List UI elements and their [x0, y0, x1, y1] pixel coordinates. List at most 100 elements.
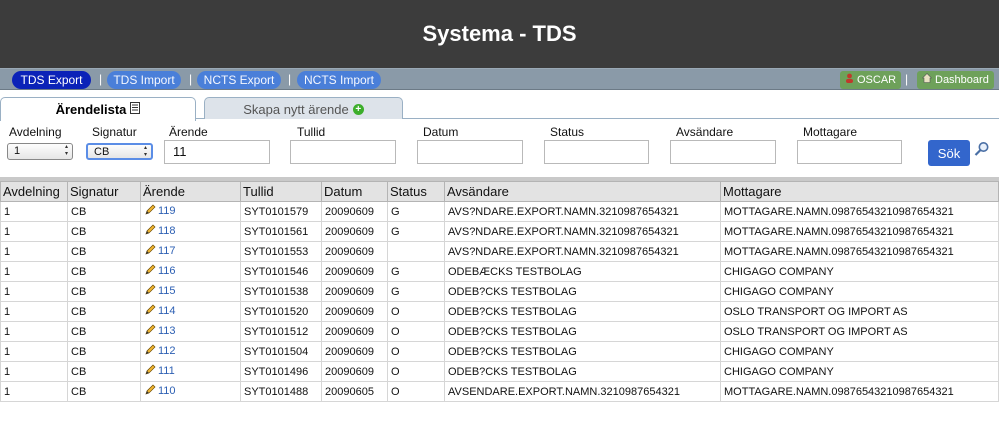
- table-cell: CB: [67, 201, 141, 222]
- edit-pencil-icon[interactable]: [144, 204, 158, 219]
- table-cell: SYT0101553: [240, 241, 322, 262]
- nav-tds-import[interactable]: TDS Import: [107, 71, 181, 89]
- table-cell: O: [387, 301, 445, 322]
- arende-input[interactable]: 11: [164, 140, 270, 164]
- edit-pencil-icon[interactable]: [144, 244, 158, 259]
- arende-cell[interactable]: 113: [140, 321, 241, 342]
- arende-link[interactable]: 112: [158, 345, 176, 357]
- table-row[interactable]: 1 CB 115 SYT0101538 20090609 G ODEB?CKS TESTBO…: [0, 281, 999, 302]
- edit-pencil-icon[interactable]: [144, 224, 158, 239]
- nav-separator: |: [288, 72, 292, 86]
- tab-skapa-nytt-arende[interactable]: Skapa nytt ärende +: [204, 97, 403, 120]
- status-input[interactable]: [544, 140, 649, 164]
- edit-pencil-icon[interactable]: [144, 344, 158, 359]
- arende-cell[interactable]: 119: [140, 201, 241, 222]
- table-cell: G: [387, 221, 445, 242]
- table-header-row: Avdelning Signatur Ärende Tullid Datum S…: [0, 181, 999, 202]
- arende-cell[interactable]: 116: [140, 261, 241, 282]
- edit-pencil-icon[interactable]: [144, 284, 158, 299]
- table-cell: SYT0101496: [240, 361, 322, 382]
- table-cell: SYT0101579: [240, 201, 322, 222]
- table-row[interactable]: 1 CB 112 SYT0101504 20090609 O ODEB?CKS TESTBO…: [0, 341, 999, 362]
- nav-ncts-export[interactable]: NCTS Export: [197, 71, 281, 89]
- arende-link[interactable]: 115: [158, 285, 176, 297]
- table-row[interactable]: 1 CB 119 SYT0101579 20090609 G AVS?NDARE.EXPOR…: [0, 201, 999, 222]
- table-row[interactable]: 1 CB 114 SYT0101520 20090609 O ODEB?CKS TESTBO…: [0, 301, 999, 322]
- arende-link[interactable]: 113: [158, 325, 176, 337]
- arende-link[interactable]: 114: [158, 305, 176, 317]
- mottagare-input[interactable]: [797, 140, 902, 164]
- table-cell: 20090609: [321, 361, 388, 382]
- dashboard-button[interactable]: Dashboard: [917, 71, 994, 89]
- arende-link[interactable]: 118: [158, 225, 176, 237]
- tullid-input[interactable]: [290, 140, 396, 164]
- arende-cell[interactable]: 114: [140, 301, 241, 322]
- column-header[interactable]: Status: [387, 181, 445, 202]
- arende-cell[interactable]: 110: [140, 381, 241, 402]
- status-label: Status: [550, 125, 585, 139]
- avsandare-input[interactable]: [670, 140, 776, 164]
- datum-label: Datum: [423, 125, 459, 139]
- magnifier-icon[interactable]: [974, 141, 990, 162]
- table-cell: AVS?NDARE.EXPORT.NAMN.3210987654321: [444, 221, 721, 242]
- edit-pencil-icon[interactable]: [144, 364, 158, 379]
- table-cell: AVSENDARE.EXPORT.NAMN.3210987654321: [444, 381, 721, 402]
- avsandare-label: Avsändare: [676, 125, 734, 139]
- signatur-select[interactable]: CB: [86, 143, 153, 160]
- table-cell: ODEB?CKS TESTBOLAG: [444, 361, 721, 382]
- table-cell: 1: [0, 281, 68, 302]
- arende-link[interactable]: 119: [158, 205, 176, 217]
- user-button[interactable]: OSCAR: [840, 71, 902, 89]
- table-cell: MOTTAGARE.NAMN.09876543210987654321: [720, 221, 999, 242]
- table-row[interactable]: 1 CB 111 SYT0101496 20090609 O ODEB?CKS TESTBO…: [0, 361, 999, 382]
- arende-link[interactable]: 117: [158, 245, 176, 257]
- table-row[interactable]: 1 CB 116 SYT0101546 20090609 G ODEBÆCKS TESTBO…: [0, 261, 999, 282]
- search-button[interactable]: Sök: [928, 140, 970, 166]
- table-cell: 1: [0, 381, 68, 402]
- column-header[interactable]: Avsändare: [444, 181, 721, 202]
- table-cell: 1: [0, 261, 68, 282]
- table-row[interactable]: 1 CB 118 SYT0101561 20090609 G AVS?NDARE.EXPOR…: [0, 221, 999, 242]
- edit-pencil-icon[interactable]: [144, 384, 158, 399]
- table-cell: SYT0101512: [240, 321, 322, 342]
- column-header[interactable]: Mottagare: [720, 181, 999, 202]
- arende-link[interactable]: 110: [158, 385, 176, 397]
- column-header[interactable]: Avdelning: [0, 181, 68, 202]
- edit-pencil-icon[interactable]: [144, 324, 158, 339]
- table-cell: SYT0101488: [240, 381, 322, 402]
- tab-arendelista[interactable]: Ärendelista: [0, 97, 196, 121]
- table-cell: MOTTAGARE.NAMN.09876543210987654321: [720, 201, 999, 222]
- column-header[interactable]: Ärende: [140, 181, 241, 202]
- column-header[interactable]: Signatur: [67, 181, 141, 202]
- edit-pencil-icon[interactable]: [144, 304, 158, 319]
- top-nav: TDS Export | TDS Import | NCTS Export | …: [0, 68, 999, 90]
- arende-cell[interactable]: 112: [140, 341, 241, 362]
- arende-link[interactable]: 116: [158, 265, 176, 277]
- table-cell: ODEB?CKS TESTBOLAG: [444, 301, 721, 322]
- arende-cell[interactable]: 115: [140, 281, 241, 302]
- table-cell: ODEB?CKS TESTBOLAG: [444, 341, 721, 362]
- nav-ncts-import[interactable]: NCTS Import: [297, 71, 381, 89]
- arende-label: Ärende: [169, 125, 208, 139]
- column-header[interactable]: Datum: [321, 181, 388, 202]
- arende-cell[interactable]: 111: [140, 361, 241, 382]
- edit-pencil-icon[interactable]: [144, 264, 158, 279]
- table-cell: CB: [67, 281, 141, 302]
- datum-input[interactable]: [417, 140, 523, 164]
- table-cell: O: [387, 341, 445, 362]
- table-cell: CB: [67, 221, 141, 242]
- arende-cell[interactable]: 117: [140, 241, 241, 262]
- table-row[interactable]: 1 CB 117 SYT0101553 20090609 AVS?NDARE.EXPORT…: [0, 241, 999, 262]
- avdelning-select[interactable]: 1: [7, 143, 73, 160]
- table-cell: CB: [67, 361, 141, 382]
- arende-cell[interactable]: 118: [140, 221, 241, 242]
- nav-tds-export[interactable]: TDS Export: [12, 71, 91, 89]
- table-row[interactable]: 1 CB 113 SYT0101512 20090609 O ODEB?CKS TESTBO…: [0, 321, 999, 342]
- column-header[interactable]: Tullid: [240, 181, 322, 202]
- table-row[interactable]: 1 CB 110 SYT0101488 20090605 O AVSENDARE.EXPOR…: [0, 381, 999, 402]
- table-cell: 20090609: [321, 301, 388, 322]
- table-cell: 20090609: [321, 261, 388, 282]
- arende-link[interactable]: 111: [158, 365, 175, 377]
- tullid-label: Tullid: [297, 125, 326, 139]
- table-cell: CHIGAGO COMPANY: [720, 281, 999, 302]
